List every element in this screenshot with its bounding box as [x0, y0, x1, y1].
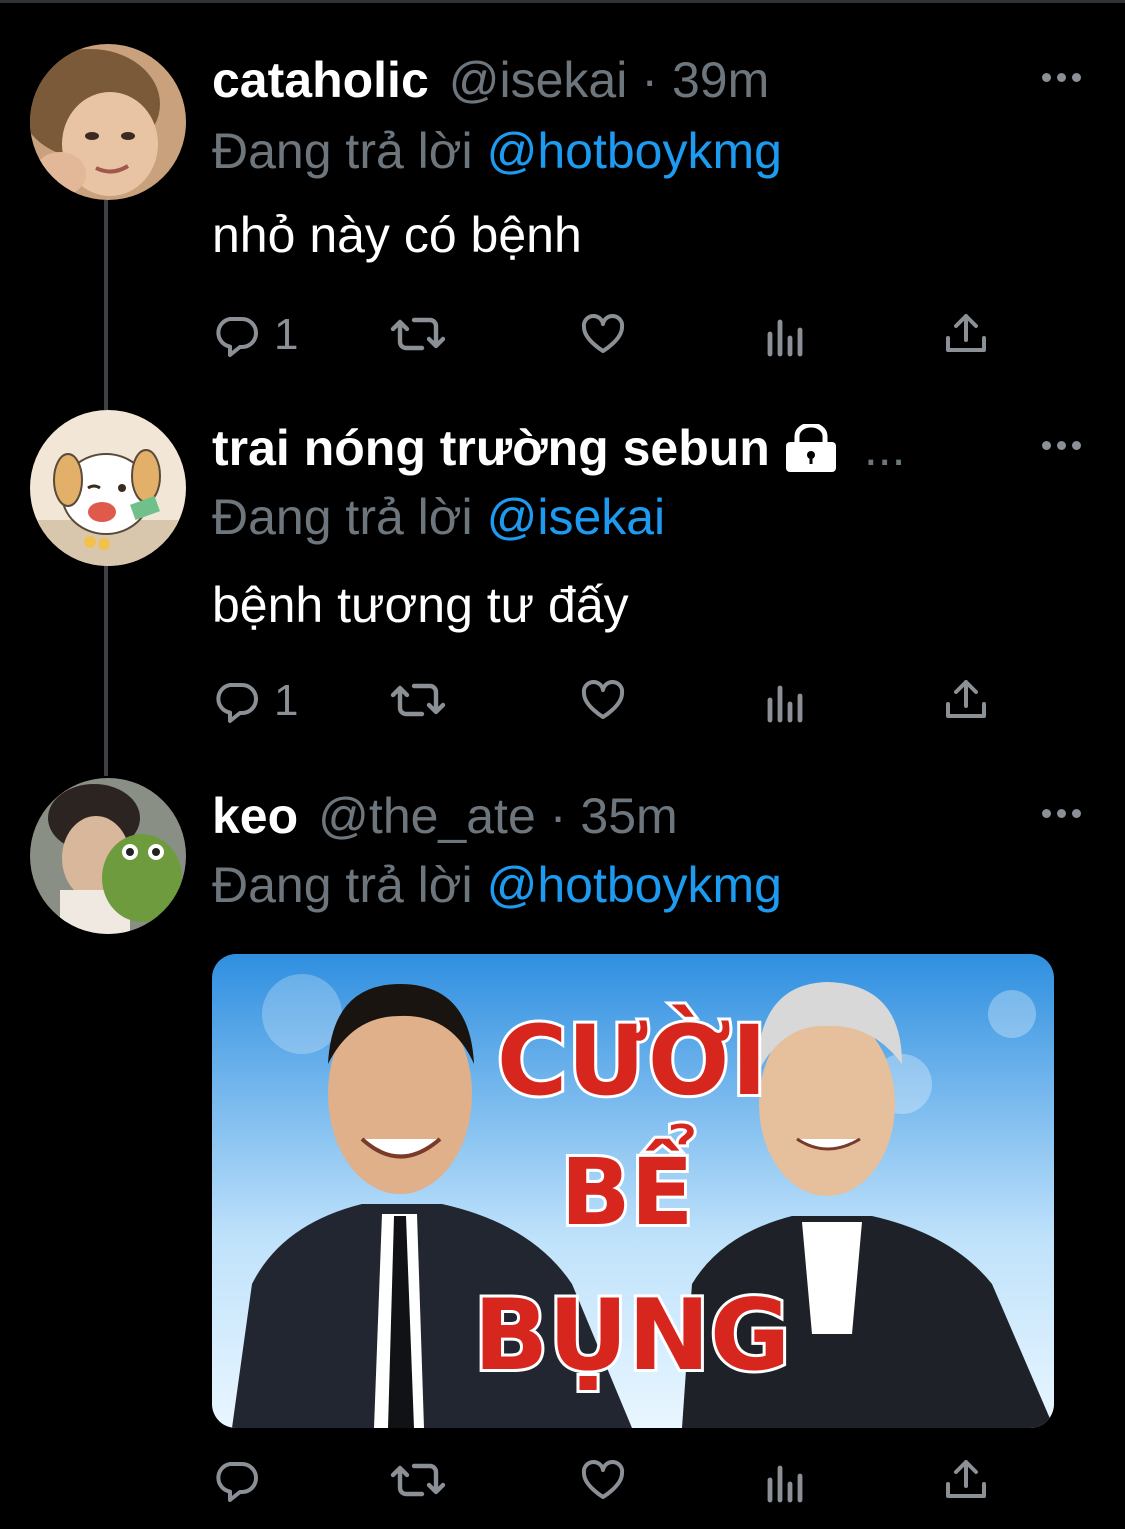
heart-icon — [581, 680, 625, 719]
heart-icon — [581, 1460, 625, 1499]
more-dots-icon[interactable] — [1042, 73, 1082, 85]
bar-chart-icon — [767, 1465, 803, 1503]
replying-to: Đang trả lời @isekai — [212, 488, 665, 546]
share-button[interactable] — [942, 1456, 990, 1504]
reply-icon — [216, 317, 258, 357]
display-name[interactable]: keo — [212, 787, 298, 845]
separator: · — [641, 52, 658, 108]
share-icon — [946, 314, 986, 352]
reply-count: 1 — [274, 310, 299, 359]
handle[interactable]: @isekai — [449, 51, 628, 109]
retweet-icon — [390, 683, 446, 717]
mention-link[interactable]: @hotboykmg — [487, 123, 782, 179]
like-button[interactable] — [578, 310, 628, 358]
reply-prefix: Đang trả lời — [212, 123, 473, 179]
bar-chart-icon — [767, 685, 803, 723]
views-button[interactable] — [764, 676, 808, 724]
share-button[interactable] — [942, 310, 990, 358]
action-bar: 1 — [212, 676, 1012, 726]
reply-button[interactable]: 1 — [212, 310, 298, 360]
reply-prefix: Đang trả lời — [212, 857, 473, 913]
avatar[interactable] — [30, 778, 186, 934]
display-name[interactable]: trai nóng trường sebun — [212, 419, 770, 477]
mention-link[interactable]: @hotboykmg — [487, 857, 782, 913]
thread-connector — [104, 566, 108, 776]
mention-link[interactable]: @isekai — [487, 489, 666, 545]
retweet-button[interactable] — [390, 676, 446, 724]
display-name[interactable]: cataholic — [212, 51, 429, 109]
share-button[interactable] — [942, 676, 990, 724]
action-bar: 1 — [212, 310, 1012, 360]
media-title-line3: BỤNG — [474, 1279, 791, 1393]
retweet-button[interactable] — [390, 310, 446, 358]
tweet-text: nhỏ này có bệnh — [212, 207, 582, 263]
tweet-text: bệnh tương tư đấy — [212, 577, 629, 633]
more-dots-icon[interactable] — [1042, 441, 1082, 453]
tweet-media-image[interactable]: CƯỜI BỂ BỤNG — [212, 954, 1054, 1428]
top-divider — [0, 0, 1125, 3]
media-title-line2: BỂ — [561, 1122, 695, 1246]
retweet-icon — [390, 1463, 446, 1497]
views-button[interactable] — [764, 1456, 808, 1504]
avatar[interactable] — [30, 410, 186, 566]
bar-chart-icon — [767, 319, 803, 357]
handle[interactable]: @the_ate — [318, 787, 536, 845]
retweet-button[interactable] — [390, 1456, 446, 1504]
more-dots-icon[interactable] — [1042, 809, 1082, 821]
reply-prefix: Đang trả lời — [212, 489, 473, 545]
media-title-line1: CƯỜI — [497, 1005, 767, 1117]
like-button[interactable] — [578, 676, 628, 724]
lock-icon — [784, 422, 838, 472]
separator: · — [549, 788, 567, 844]
retweet-icon — [390, 317, 446, 351]
timestamp[interactable]: 35m — [580, 787, 677, 845]
share-icon — [946, 680, 986, 718]
views-button[interactable] — [764, 310, 808, 358]
like-button[interactable] — [578, 1456, 628, 1504]
reply-icon — [216, 683, 258, 723]
truncation: ... — [863, 420, 906, 476]
reply-icon — [216, 1462, 258, 1502]
reply-count: 1 — [274, 676, 299, 725]
thread-connector — [104, 200, 108, 410]
share-icon — [946, 1460, 986, 1498]
action-bar — [212, 1456, 1012, 1506]
replying-to: Đang trả lời @hotboykmg — [212, 856, 782, 914]
reply-button[interactable]: 1 — [212, 676, 298, 726]
timestamp[interactable]: 39m — [672, 51, 769, 109]
replying-to: Đang trả lời @hotboykmg — [212, 122, 782, 180]
reply-button[interactable] — [212, 1456, 260, 1504]
heart-icon — [581, 314, 625, 353]
avatar[interactable] — [30, 44, 186, 200]
